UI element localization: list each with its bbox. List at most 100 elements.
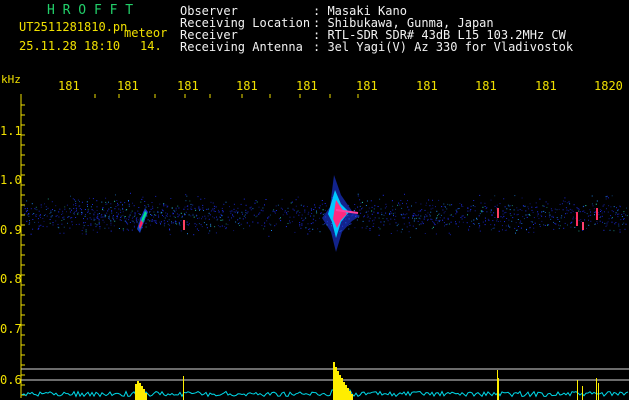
noise-dot (462, 221, 464, 223)
noise-dot (97, 215, 99, 217)
noise-dot (35, 206, 37, 208)
noise-dot (487, 218, 489, 220)
noise-dot (564, 216, 565, 218)
noise-dot (40, 204, 42, 206)
noise-dot (390, 233, 392, 234)
noise-dot (26, 210, 28, 212)
noise-dot (618, 225, 620, 227)
noise-dot (580, 221, 582, 222)
noise-dot (590, 211, 591, 213)
noise-dot (539, 224, 541, 225)
noise-dot (222, 211, 224, 213)
noise-dot (385, 212, 387, 214)
noise-dot (125, 218, 127, 220)
noise-dot (432, 199, 433, 201)
noise-dot (521, 210, 523, 211)
noise-dot (184, 206, 186, 208)
noise-dot (187, 233, 188, 235)
noise-dot (284, 210, 286, 212)
noise-dot (556, 217, 558, 219)
noise-dot (381, 212, 383, 214)
noise-dot (258, 206, 260, 208)
noise-dot (73, 208, 75, 209)
noise-dot (611, 210, 613, 212)
noise-dot (426, 215, 428, 217)
noise-dot (195, 215, 197, 217)
noise-dot (195, 226, 197, 227)
noise-dot (111, 212, 113, 214)
noise-dot (144, 205, 146, 207)
noise-dot (234, 211, 236, 213)
noise-dot (126, 222, 128, 224)
echo-level-bar (598, 383, 599, 400)
noise-dot (381, 214, 383, 216)
noise-dot (81, 230, 83, 231)
noise-dot (389, 223, 391, 225)
noise-dot (186, 223, 188, 225)
noise-dot (159, 221, 161, 223)
noise-dot (50, 209, 52, 211)
noise-dot (73, 204, 74, 206)
noise-dot (227, 224, 229, 226)
noise-dot (443, 212, 445, 214)
noise-dot (401, 207, 403, 209)
noise-dot (136, 221, 138, 223)
noise-dot (568, 201, 570, 203)
noise-dot (125, 221, 127, 223)
noise-dot (460, 217, 462, 218)
noise-dot (98, 223, 100, 225)
noise-dot (531, 209, 533, 211)
noise-dot (49, 222, 51, 224)
noise-dot (154, 214, 156, 216)
noise-dot (404, 217, 406, 218)
noise-dot (169, 228, 170, 230)
noise-dot (242, 213, 243, 215)
noise-dot (509, 205, 511, 207)
noise-dot (264, 225, 266, 227)
noise-dot (205, 217, 207, 219)
noise-dot (595, 211, 596, 213)
noise-dot (442, 209, 444, 211)
noise-dot (96, 231, 98, 233)
noise-dot (98, 221, 100, 223)
noise-dot (360, 202, 362, 204)
noise-dot (392, 205, 394, 207)
noise-dot (96, 206, 98, 208)
noise-dot (75, 207, 77, 209)
noise-dot (193, 234, 195, 236)
noise-dot (214, 226, 216, 228)
noise-dot (478, 215, 480, 217)
noise-dot (114, 200, 116, 202)
noise-dot (550, 208, 552, 210)
noise-dot (84, 222, 86, 223)
noise-dot (151, 221, 153, 222)
noise-dot (380, 208, 382, 210)
noise-dot (195, 209, 197, 211)
noise-dot (371, 206, 373, 208)
noise-dot (193, 216, 195, 218)
noise-dot (249, 225, 251, 227)
noise-dot (472, 223, 474, 225)
noise-dot (192, 204, 194, 206)
noise-dot (105, 197, 107, 199)
noise-dot (509, 213, 511, 215)
noise-dot (484, 217, 486, 219)
noise-dot (213, 210, 215, 212)
noise-dot (611, 217, 613, 219)
noise-dot (198, 230, 200, 231)
noise-dot (61, 223, 63, 225)
noise-dot (284, 211, 286, 213)
noise-dot (120, 217, 122, 218)
noise-dot (320, 213, 321, 215)
noise-dot (24, 205, 26, 207)
noise-dot (321, 203, 323, 205)
noise-dot (431, 219, 433, 221)
noise-dot (218, 211, 220, 213)
noise-dot (108, 227, 110, 229)
noise-dot (59, 208, 61, 210)
noise-dot (528, 213, 530, 215)
noise-dot (150, 224, 151, 226)
noise-dot (570, 212, 572, 214)
noise-dot (63, 232, 65, 234)
noise-dot (133, 225, 135, 227)
